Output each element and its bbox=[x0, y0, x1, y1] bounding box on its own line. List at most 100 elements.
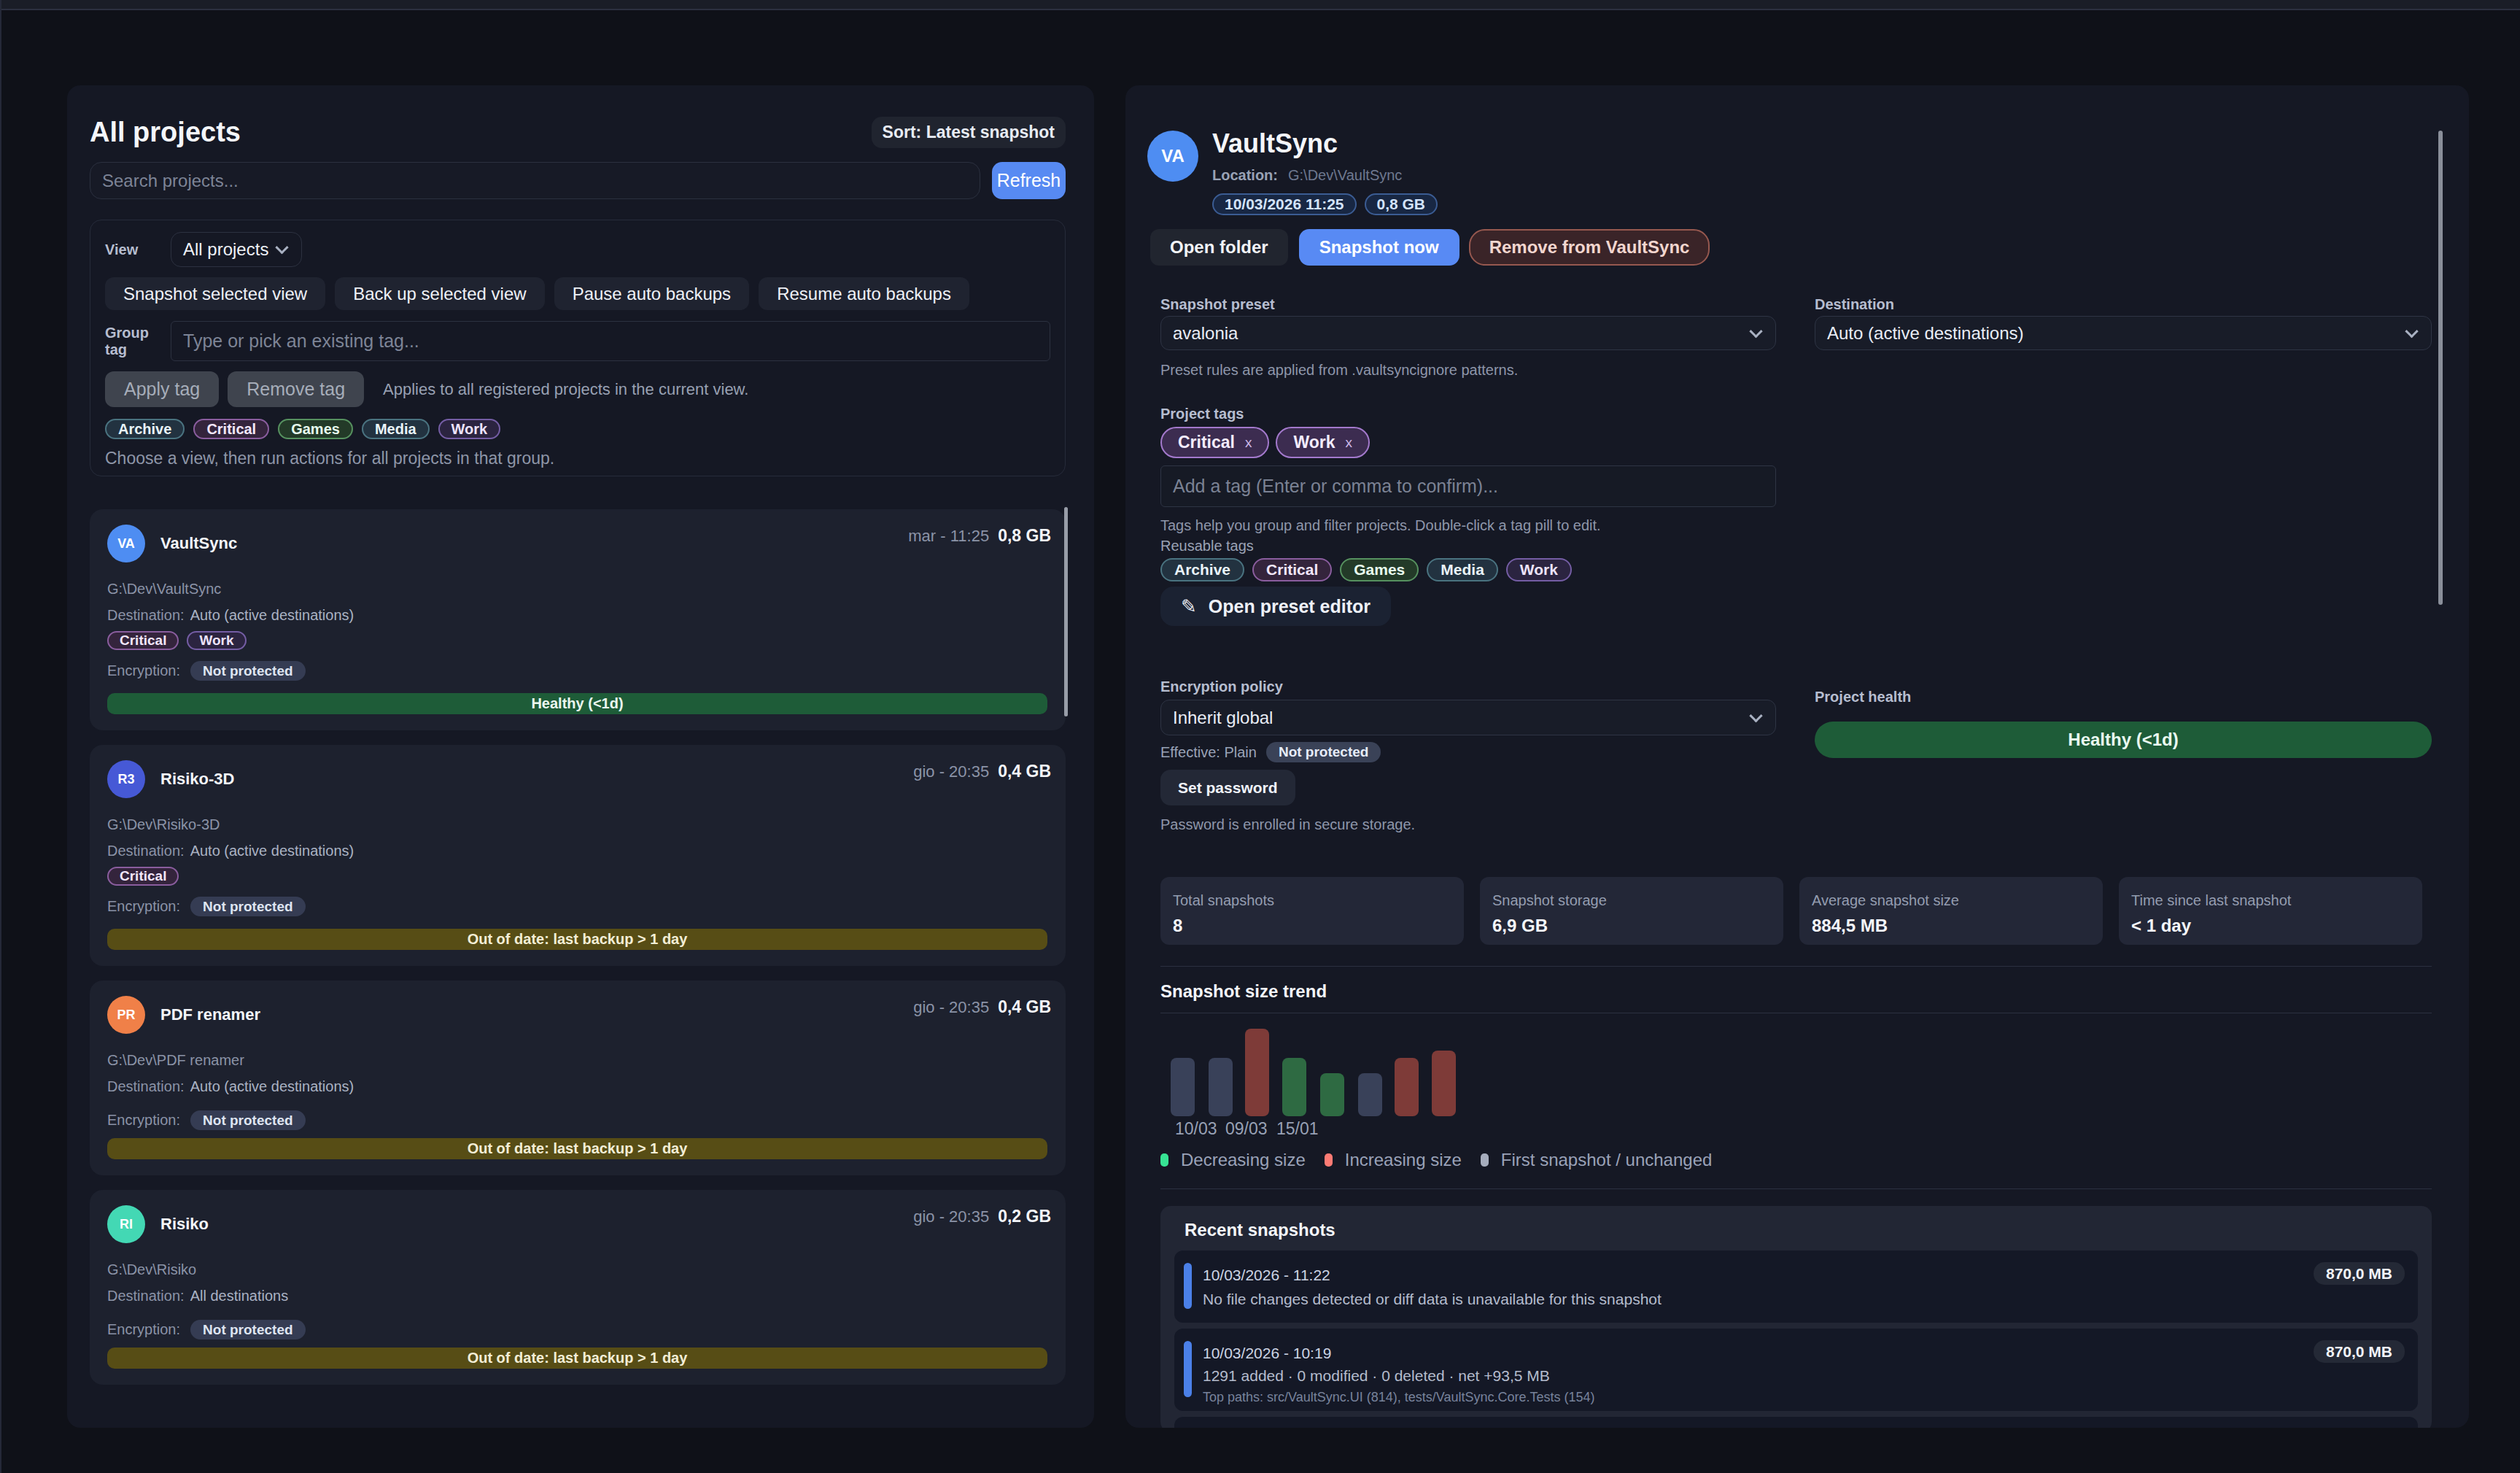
open-folder-button[interactable]: Open folder bbox=[1150, 229, 1288, 266]
pause-backups-button[interactable]: Pause auto backups bbox=[554, 277, 750, 310]
project-time: gio - 20:35 bbox=[913, 762, 989, 781]
avatar: RI bbox=[107, 1205, 145, 1243]
health-bar: Healthy (<1d) bbox=[1815, 722, 2432, 758]
location-value: G:\Dev\VaultSync bbox=[1288, 167, 1402, 183]
destination-value: Auto (active destinations) bbox=[190, 1078, 354, 1094]
reusable-tag-critical[interactable]: Critical bbox=[1252, 558, 1332, 581]
status-bar: Out of date: last backup > 1 day bbox=[107, 1138, 1047, 1159]
tag-text: Work bbox=[1293, 433, 1335, 452]
project-name: PDF renamer bbox=[160, 1005, 260, 1024]
destination-label: Destination: bbox=[107, 843, 185, 859]
preset-helper: Preset rules are applied from .vaultsync… bbox=[1160, 363, 1776, 377]
snapshot-row[interactable]: 10/03/2026 - 10:19 1291 added · 0 modifi… bbox=[1174, 1329, 2418, 1411]
search-input[interactable] bbox=[90, 162, 980, 199]
project-size: 0,4 GB bbox=[998, 762, 1051, 781]
snapshot-row[interactable]: 10/03/2026 - 11:22 No file changes detec… bbox=[1174, 1250, 2418, 1323]
stat-value: 6,9 GB bbox=[1492, 916, 1783, 936]
tag-pill-archive[interactable]: Archive bbox=[105, 419, 185, 439]
snapshot-size-badge: 870,0 MB bbox=[2314, 1262, 2405, 1285]
destination-label: Destination bbox=[1815, 297, 2432, 312]
backup-view-button[interactable]: Back up selected view bbox=[335, 277, 544, 310]
project-tags-label: Project tags bbox=[1160, 406, 1776, 421]
project-card-risiko-3d[interactable]: R3 Risiko-3D gio - 20:350,4 GB G:\Dev\Ri… bbox=[90, 745, 1066, 966]
tag-pill-games[interactable]: Games bbox=[278, 419, 353, 439]
remove-from-vaultsync-button[interactable]: Remove from VaultSync bbox=[1469, 229, 1710, 266]
tag-pill-critical[interactable]: Critical bbox=[193, 419, 269, 439]
snapshot-preset-value: avalonia bbox=[1173, 323, 1238, 344]
legend-dot-unchanged bbox=[1481, 1153, 1489, 1167]
destination-label: Destination: bbox=[107, 1288, 185, 1304]
snapshot-view-button[interactable]: Snapshot selected view bbox=[105, 277, 325, 310]
refresh-button[interactable]: Refresh bbox=[992, 162, 1066, 199]
project-tag[interactable]: Critical bbox=[107, 631, 179, 650]
reusable-tag-work[interactable]: Work bbox=[1506, 558, 1572, 581]
encryption-label: Encryption: bbox=[107, 1112, 180, 1129]
reusable-tag-media[interactable]: Media bbox=[1427, 558, 1498, 581]
project-card-vaultsync[interactable]: VA VaultSync mar - 11:250,8 GB G:\Dev\Va… bbox=[90, 509, 1066, 730]
remove-tag-icon[interactable]: x bbox=[1245, 435, 1252, 451]
group-tag-input[interactable] bbox=[171, 321, 1050, 361]
resume-backups-button[interactable]: Resume auto backups bbox=[759, 277, 969, 310]
encryption-policy-label: Encryption policy bbox=[1160, 679, 1776, 694]
view-dropdown[interactable]: All projects bbox=[171, 232, 302, 267]
project-card-risiko[interactable]: RI Risiko gio - 20:350,2 GB G:\Dev\Risik… bbox=[90, 1190, 1066, 1385]
password-helper: Password is enrolled in secure storage. bbox=[1160, 817, 1776, 832]
divider bbox=[1160, 966, 2432, 967]
detail-title: VaultSync bbox=[1212, 131, 1438, 157]
chart-bar bbox=[1282, 1058, 1306, 1116]
project-meta: gio - 20:350,2 GB bbox=[913, 1207, 1051, 1226]
snapshot-now-button[interactable]: Snapshot now bbox=[1299, 229, 1459, 266]
project-tag[interactable]: Critical bbox=[107, 867, 179, 886]
encryption-badge: Not protected bbox=[190, 1110, 306, 1130]
reusable-tag-archive[interactable]: Archive bbox=[1160, 558, 1244, 581]
legend-item: Decreasing size bbox=[1160, 1150, 1306, 1170]
encryption-dropdown[interactable]: Inherit global bbox=[1160, 700, 1776, 735]
chart-ticks: 10/03 09/03 15/01 bbox=[1160, 1119, 2432, 1137]
group-actions-box: View All projects Snapshot selected view… bbox=[90, 220, 1066, 476]
stat-label: Average snapshot size bbox=[1812, 892, 2103, 909]
project-destination: Destination:All destinations bbox=[107, 1288, 1051, 1304]
sort-chip[interactable]: Sort: Latest snapshot bbox=[872, 117, 1066, 148]
project-meta: gio - 20:350,4 GB bbox=[913, 997, 1051, 1017]
stat-label: Total snapshots bbox=[1173, 892, 1464, 909]
remove-tag-button[interactable]: Remove tag bbox=[228, 371, 364, 407]
snapshot-accent-bar bbox=[1184, 1263, 1192, 1309]
project-tag-critical[interactable]: Criticalx bbox=[1160, 427, 1269, 458]
set-password-button[interactable]: Set password bbox=[1160, 770, 1295, 805]
add-tag-input[interactable] bbox=[1160, 465, 1776, 507]
snapshot-row[interactable] bbox=[1174, 1417, 2418, 1428]
project-encryption: Encryption:Not protected bbox=[107, 1320, 1051, 1339]
group-actions-note: Choose a view, then run actions for all … bbox=[105, 452, 1050, 464]
project-tag-work[interactable]: Workx bbox=[1276, 427, 1370, 458]
destination-value: Auto (active destinations) bbox=[1827, 323, 2023, 344]
effective-row: Effective: Plain Not protected bbox=[1160, 742, 1776, 762]
view-label: View bbox=[105, 241, 171, 258]
avatar: VA bbox=[1147, 131, 1198, 182]
project-encryption: Encryption:Not protected bbox=[107, 661, 1051, 681]
tag-pill-media[interactable]: Media bbox=[362, 419, 430, 439]
destination-dropdown[interactable]: Auto (active destinations) bbox=[1815, 316, 2432, 350]
page-title: All projects bbox=[90, 117, 241, 148]
snapshot-preset-dropdown[interactable]: avalonia bbox=[1160, 316, 1776, 350]
tag-pill-work[interactable]: Work bbox=[438, 419, 501, 439]
project-tag[interactable]: Work bbox=[187, 631, 246, 650]
encryption-label: Encryption: bbox=[107, 1321, 180, 1338]
stat-time-since: Time since last snapshot < 1 day bbox=[2119, 877, 2422, 945]
chart-bar bbox=[1245, 1029, 1269, 1116]
reusable-tag-games[interactable]: Games bbox=[1340, 558, 1419, 581]
datetime-badge: 10/03/2026 11:25 bbox=[1212, 193, 1357, 215]
project-card-pdf-renamer[interactable]: PR PDF renamer gio - 20:350,4 GB G:\Dev\… bbox=[90, 981, 1066, 1175]
size-badge: 0,8 GB bbox=[1365, 193, 1438, 215]
legend-item: Increasing size bbox=[1325, 1150, 1462, 1170]
project-name: Risiko-3D bbox=[160, 770, 234, 789]
project-encryption: Encryption: Not protected bbox=[107, 1110, 1051, 1130]
project-destination: Destination: Auto (active destinations) bbox=[107, 1078, 1051, 1095]
remove-tag-icon[interactable]: x bbox=[1346, 435, 1353, 451]
destination-label: Destination: bbox=[107, 1078, 185, 1094]
open-preset-editor-button[interactable]: ✎Open preset editor bbox=[1160, 587, 1391, 626]
scrollbar-thumb[interactable] bbox=[1064, 507, 1068, 716]
detail-panel: VA VaultSync Location:G:\Dev\VaultSync 1… bbox=[1125, 85, 2469, 1428]
snapshot-top-paths: Top paths: src/VaultSync.UI (814), tests… bbox=[1203, 1390, 1595, 1405]
scrollbar-thumb[interactable] bbox=[2438, 131, 2443, 605]
apply-tag-button[interactable]: Apply tag bbox=[105, 371, 219, 407]
